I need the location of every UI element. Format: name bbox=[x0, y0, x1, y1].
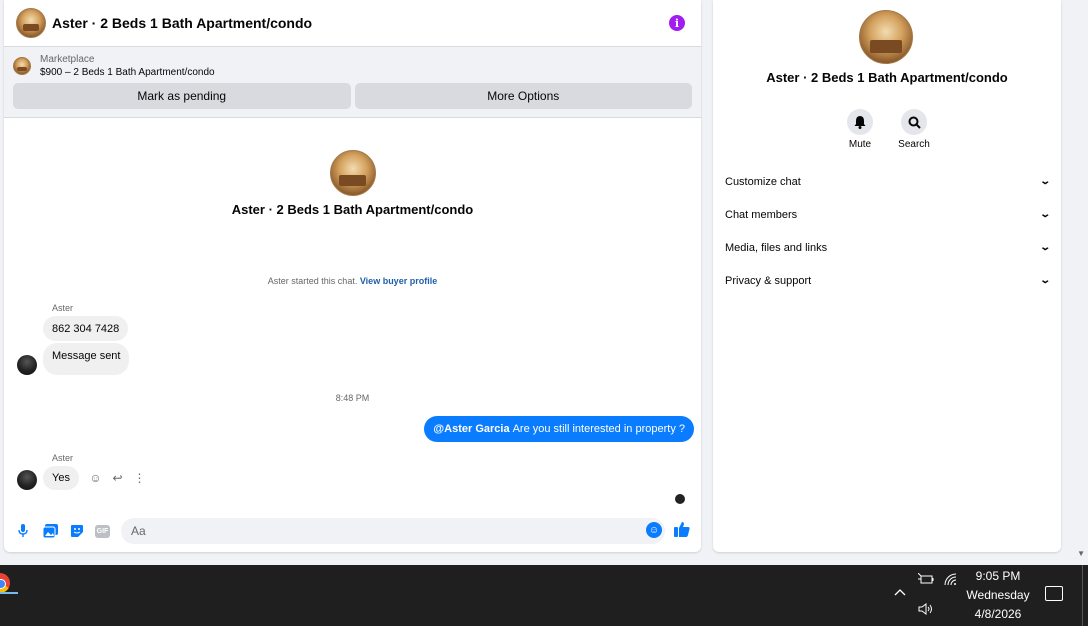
marketplace-thumbnail bbox=[13, 57, 31, 75]
chat-header: Aster · 2 Beds 1 Bath Apartment/condo i bbox=[4, 0, 701, 47]
gif-icon[interactable]: GIF bbox=[95, 524, 110, 538]
chat-started-notice: Aster started this chat. View buyer prof… bbox=[4, 276, 701, 286]
taskbar: 9:05 PM Wednesday 4/8/2026 bbox=[0, 565, 1088, 626]
menu-customize-chat[interactable]: Customize chat ⌄ bbox=[713, 165, 1061, 198]
time-separator: 8:48 PM bbox=[335, 393, 370, 403]
marketplace-listing[interactable]: $900 – 2 Beds 1 Bath Apartment/condo bbox=[40, 66, 215, 79]
read-receipt-avatar bbox=[675, 494, 685, 504]
side-avatar[interactable] bbox=[859, 10, 913, 64]
reply-icon[interactable]: ↩ bbox=[111, 471, 124, 485]
side-menu: Customize chat ⌄ Chat members ⌄ Media, f… bbox=[713, 165, 1061, 297]
sender-label: Aster bbox=[52, 303, 74, 313]
chevron-down-icon: ⌄ bbox=[1038, 275, 1051, 286]
scroll-down-arrow-icon[interactable]: ▼ bbox=[1077, 549, 1085, 558]
conversation-info-panel: Aster · 2 Beds 1 Bath Apartment/condo Mu… bbox=[713, 0, 1061, 552]
search-label: Search bbox=[898, 139, 930, 150]
message-actions: ☺ ↩ ⋮ bbox=[89, 471, 146, 485]
menu-privacy-support[interactable]: Privacy & support ⌄ bbox=[713, 264, 1061, 297]
wifi-icon[interactable] bbox=[944, 573, 958, 589]
mute-button[interactable]: Mute bbox=[845, 109, 875, 150]
message-input[interactable] bbox=[121, 518, 665, 544]
info-icon[interactable]: i bbox=[669, 15, 685, 31]
sender-avatar[interactable] bbox=[17, 355, 37, 375]
menu-label: Customize chat bbox=[725, 175, 801, 188]
marketplace-bar: Marketplace $900 – 2 Beds 1 Bath Apartme… bbox=[4, 47, 701, 118]
sender-avatar[interactable] bbox=[17, 470, 37, 490]
chevron-down-icon: ⌄ bbox=[1038, 209, 1051, 220]
side-title: Aster · 2 Beds 1 Bath Apartment/condo bbox=[766, 70, 1008, 85]
more-icon[interactable]: ⋮ bbox=[133, 471, 146, 485]
started-text: Aster started this chat. bbox=[267, 276, 358, 286]
thumbs-up-icon[interactable] bbox=[673, 521, 691, 542]
battery-icon[interactable] bbox=[917, 572, 934, 588]
message-bubble-outgoing[interactable]: @Aster Garcia Are you still interested i… bbox=[424, 416, 694, 442]
view-buyer-profile-link[interactable]: View buyer profile bbox=[360, 276, 437, 286]
sender-label: Aster bbox=[52, 453, 74, 463]
side-actions: Mute Search bbox=[713, 109, 1061, 150]
clock-time: 9:05 PM bbox=[975, 569, 1021, 583]
microphone-icon[interactable] bbox=[14, 522, 32, 540]
chevron-down-icon: ⌄ bbox=[1038, 242, 1051, 253]
menu-label: Privacy & support bbox=[725, 274, 812, 287]
profile-avatar[interactable] bbox=[329, 150, 376, 196]
more-options-button[interactable]: More Options bbox=[354, 83, 692, 109]
chrome-icon[interactable] bbox=[0, 573, 10, 593]
emoji-icon[interactable]: ☺ bbox=[646, 522, 662, 538]
search-button[interactable]: Search bbox=[898, 109, 930, 150]
chat-title[interactable]: Aster · 2 Beds 1 Bath Apartment/condo bbox=[52, 15, 312, 31]
menu-label: Chat members bbox=[725, 208, 798, 221]
composer: GIF ☺ bbox=[4, 510, 701, 552]
mute-label: Mute bbox=[848, 139, 872, 150]
clock[interactable]: 9:05 PM Wednesday 4/8/2026 bbox=[958, 567, 1038, 624]
clock-day: Wednesday bbox=[966, 588, 1030, 602]
clock-date: 4/8/2026 bbox=[974, 607, 1022, 621]
chat-profile: Aster · 2 Beds 1 Bath Apartment/condo bbox=[4, 150, 701, 217]
active-app-indicator bbox=[0, 592, 18, 594]
mark-as-pending-button[interactable]: Mark as pending bbox=[13, 83, 351, 109]
message-bubble-incoming[interactable]: Message sent bbox=[43, 343, 130, 375]
search-icon[interactable] bbox=[901, 109, 927, 135]
menu-media-files-links[interactable]: Media, files and links ⌄ bbox=[713, 231, 1061, 264]
notification-icon[interactable] bbox=[1045, 586, 1063, 601]
menu-label: Media, files and links bbox=[725, 241, 828, 254]
mention[interactable]: @Aster Garcia bbox=[433, 423, 509, 435]
image-icon[interactable] bbox=[41, 522, 59, 540]
chevron-down-icon: ⌄ bbox=[1038, 176, 1051, 187]
message-text: Are you still interested in property ? bbox=[512, 423, 685, 435]
listing-avatar[interactable] bbox=[16, 8, 46, 38]
message-bubble-incoming[interactable]: Yes bbox=[43, 466, 79, 490]
volume-icon[interactable] bbox=[918, 603, 934, 618]
show-desktop-button[interactable] bbox=[1082, 565, 1088, 626]
message-bubble-incoming[interactable]: 862 304 7428 bbox=[43, 316, 129, 341]
profile-name: Aster · 2 Beds 1 Bath Apartment/condo bbox=[231, 202, 474, 217]
marketplace-label: Marketplace bbox=[40, 54, 95, 65]
bell-icon[interactable] bbox=[847, 109, 873, 135]
menu-chat-members[interactable]: Chat members ⌄ bbox=[713, 198, 1061, 231]
sticker-icon[interactable] bbox=[68, 522, 86, 540]
react-icon[interactable]: ☺ bbox=[89, 471, 102, 485]
tray-expand-icon[interactable] bbox=[894, 585, 906, 599]
chat-panel: Aster · 2 Beds 1 Bath Apartment/condo i … bbox=[4, 0, 701, 552]
